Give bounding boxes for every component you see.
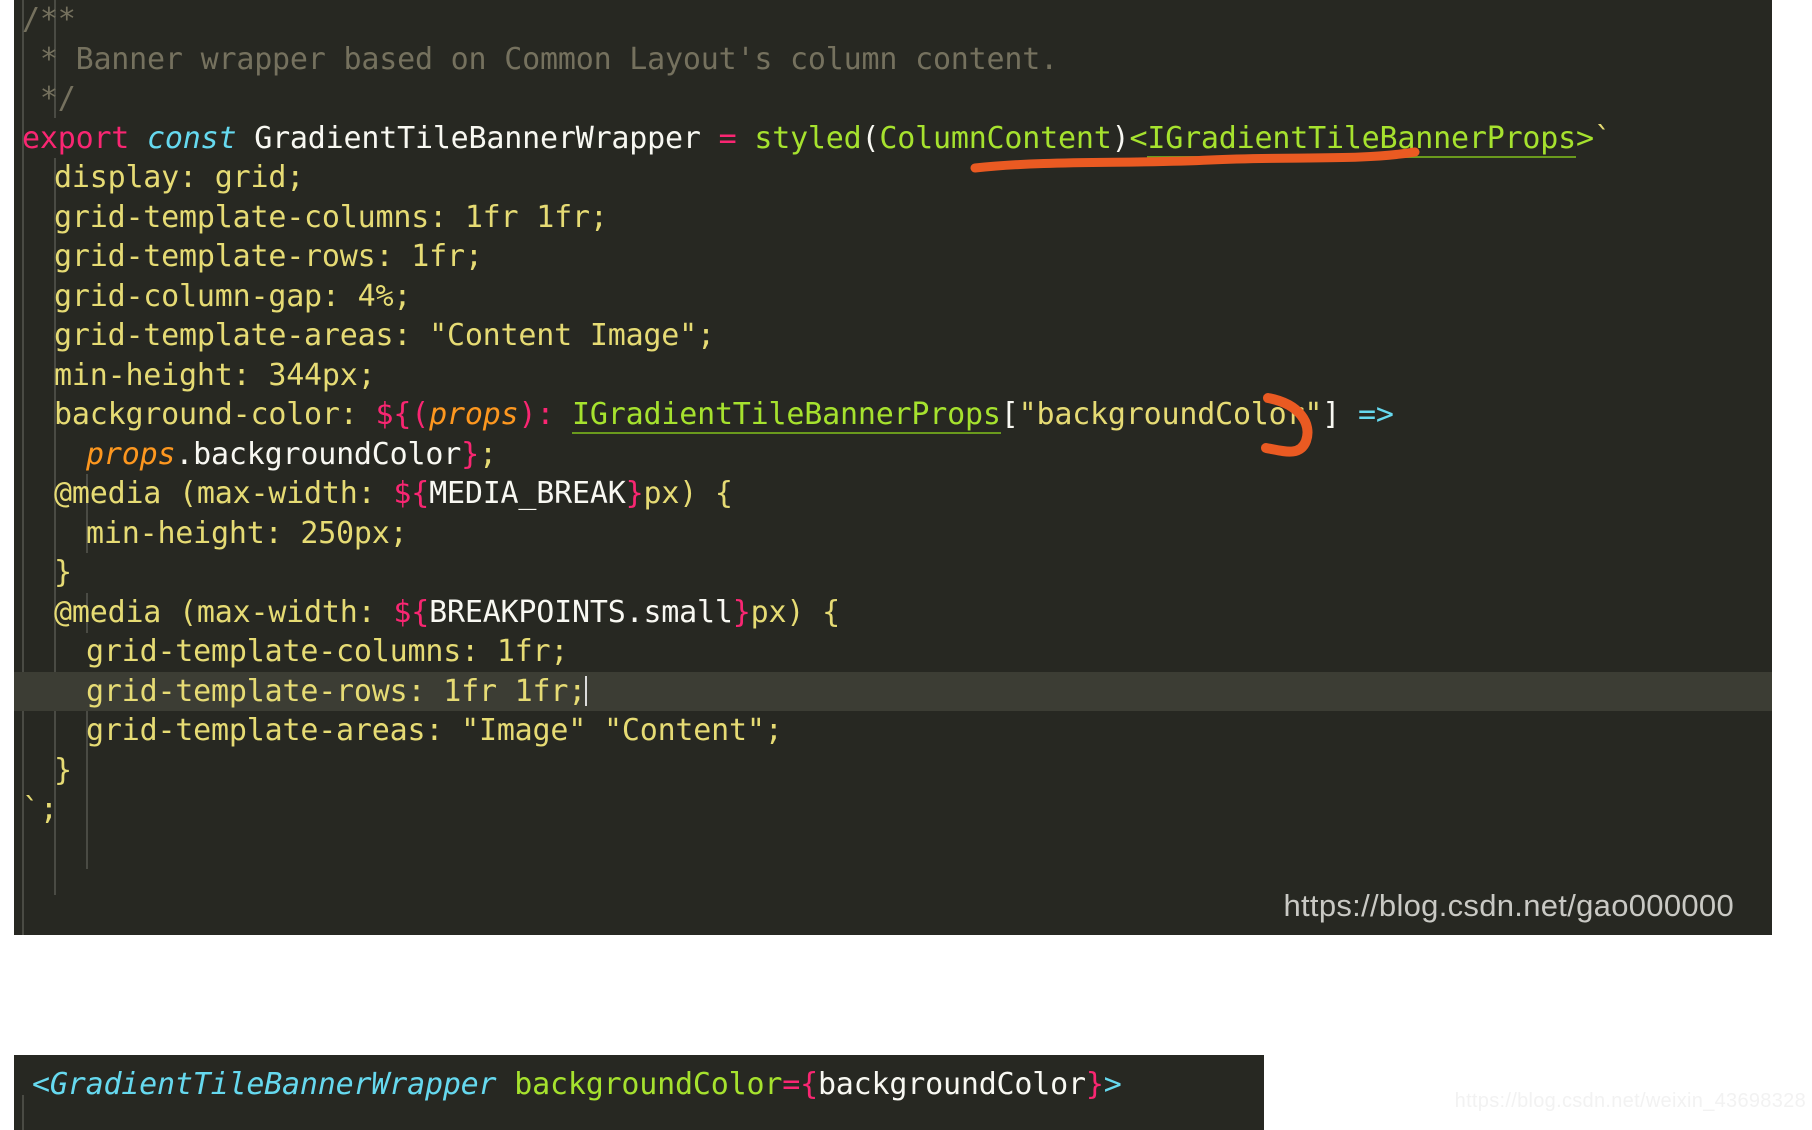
code-token: * Banner wrapper based on Common Layout'… xyxy=(22,41,1058,77)
code-token: ; xyxy=(39,792,58,827)
code-line[interactable]: grid-template-areas: "Image" "Content"; xyxy=(14,711,1772,751)
code-token: ` xyxy=(22,792,40,827)
code-token: ${ xyxy=(393,476,430,511)
code-token: => xyxy=(1358,397,1394,432)
code-token: grid-template-columns: 1fr; xyxy=(86,634,569,669)
code-token: } xyxy=(732,594,751,630)
code-token: ${ xyxy=(393,594,430,630)
code-line[interactable]: grid-template-areas: "Content Image"; xyxy=(14,316,1772,356)
code-token: grid-template-areas: "Image" "Content"; xyxy=(86,713,783,748)
code-token: props xyxy=(86,436,176,472)
code-token: ) xyxy=(1111,120,1130,156)
code-token: backgroundColor xyxy=(817,1067,1086,1102)
code-token: px) { xyxy=(643,476,733,511)
text-cursor xyxy=(585,675,588,706)
code-token: ( xyxy=(861,120,880,156)
code-line[interactable]: props.backgroundColor}; xyxy=(14,435,1772,475)
code-token: display: grid; xyxy=(54,160,305,195)
code-line[interactable]: `; xyxy=(14,790,1772,830)
code-token: */ xyxy=(22,81,76,116)
code-token: ${ xyxy=(375,397,412,432)
code-token: IGradientTileBannerProps xyxy=(1147,120,1577,158)
watermark-primary: https://blog.csdn.net/gao000000 xyxy=(1283,888,1734,923)
code-line[interactable]: /** xyxy=(14,0,1772,40)
code-token: < xyxy=(1129,120,1148,156)
code-line[interactable]: grid-template-rows: 1fr 1fr; xyxy=(14,671,1772,711)
code-line[interactable]: */ xyxy=(14,79,1772,119)
code-token: ; xyxy=(478,436,497,472)
code-lines-main: /** * Banner wrapper based on Common Lay… xyxy=(14,0,1772,830)
code-token: IGradientTileBannerProps xyxy=(572,397,1001,434)
code-line[interactable]: <GradientTileBannerWrapper backgroundCol… xyxy=(14,1065,1264,1105)
code-token: min-height: 250px; xyxy=(86,515,408,551)
code-token: > xyxy=(1576,120,1594,156)
code-line[interactable]: display: grid; xyxy=(14,158,1772,198)
code-token: ` xyxy=(1593,120,1612,156)
code-token: grid-template-columns: 1fr 1fr; xyxy=(54,199,608,235)
code-token: = xyxy=(718,120,755,156)
code-token: grid-template-rows: 1fr; xyxy=(54,239,483,274)
code-token: backgroundColor xyxy=(514,1067,783,1102)
code-block-main[interactable]: /** * Banner wrapper based on Common Lay… xyxy=(14,0,1772,935)
code-line[interactable]: grid-template-rows: 1fr; xyxy=(14,237,1772,277)
code-token: ( xyxy=(411,397,430,432)
code-token: ={ xyxy=(782,1067,818,1102)
code-line[interactable]: * Banner wrapper based on Common Layout'… xyxy=(14,40,1772,80)
code-line[interactable]: grid-column-gap: 4%; xyxy=(14,277,1772,317)
code-token: } xyxy=(461,436,479,472)
code-token: GradientTileBannerWrapper xyxy=(254,120,719,156)
code-line[interactable]: min-height: 250px; xyxy=(14,514,1772,554)
code-token: .backgroundColor xyxy=(175,436,462,472)
code-token: "backgroundColor" xyxy=(1018,397,1323,432)
code-line[interactable]: export const GradientTileBannerWrapper =… xyxy=(14,119,1772,159)
code-token: ] xyxy=(1322,397,1358,432)
code-line[interactable]: background-color: ${(props): IGradientTi… xyxy=(14,395,1772,435)
code-token: @media (max-width: xyxy=(54,594,394,630)
code-token: } xyxy=(1085,1067,1104,1102)
code-token: } xyxy=(54,752,72,788)
code-line[interactable]: grid-template-columns: 1fr 1fr; xyxy=(14,198,1772,238)
code-token: px) { xyxy=(750,594,841,630)
code-token: grid-template-rows: 1fr 1fr; xyxy=(86,673,587,709)
watermark-secondary: https://blog.csdn.net/weixin_43698328 xyxy=(1454,1090,1806,1112)
code-line[interactable]: } xyxy=(14,751,1772,791)
code-token: MEDIA_BREAK xyxy=(429,476,626,511)
code-line[interactable]: @media (max-width: ${MEDIA_BREAK}px) { xyxy=(14,474,1772,514)
code-token: <GradientTileBannerWrapper xyxy=(32,1067,515,1102)
code-token: ColumnContent xyxy=(879,120,1112,156)
code-token: styled xyxy=(754,120,862,156)
code-block-secondary[interactable]: <GradientTileBannerWrapper backgroundCol… xyxy=(14,1055,1264,1130)
code-token: background-color: xyxy=(54,397,376,432)
code-line[interactable]: grid-template-columns: 1fr; xyxy=(14,632,1772,672)
code-line[interactable]: @media (max-width: ${BREAKPOINTS.small}p… xyxy=(14,593,1772,633)
code-token: @media (max-width: xyxy=(54,476,394,511)
code-token: : xyxy=(536,397,573,432)
code-token: } xyxy=(54,555,72,590)
code-line[interactable]: } xyxy=(14,553,1772,593)
code-token: > xyxy=(1103,1067,1122,1102)
code-token: export xyxy=(22,120,148,156)
code-token: /** xyxy=(22,2,76,37)
code-token: grid-column-gap: 4%; xyxy=(54,278,412,314)
code-token: [ xyxy=(1000,397,1019,432)
code-token: min-height: 344px; xyxy=(54,357,376,393)
code-token: } xyxy=(625,476,644,511)
code-line[interactable]: min-height: 344px; xyxy=(14,356,1772,396)
code-token: ) xyxy=(518,397,537,432)
code-token: grid-template-areas: "Content Image"; xyxy=(54,318,715,353)
code-token: const xyxy=(147,120,255,156)
code-lines-secondary: <GradientTileBannerWrapper backgroundCol… xyxy=(14,1055,1264,1105)
code-token: BREAKPOINTS.small xyxy=(429,594,733,630)
code-token: props xyxy=(429,397,519,432)
